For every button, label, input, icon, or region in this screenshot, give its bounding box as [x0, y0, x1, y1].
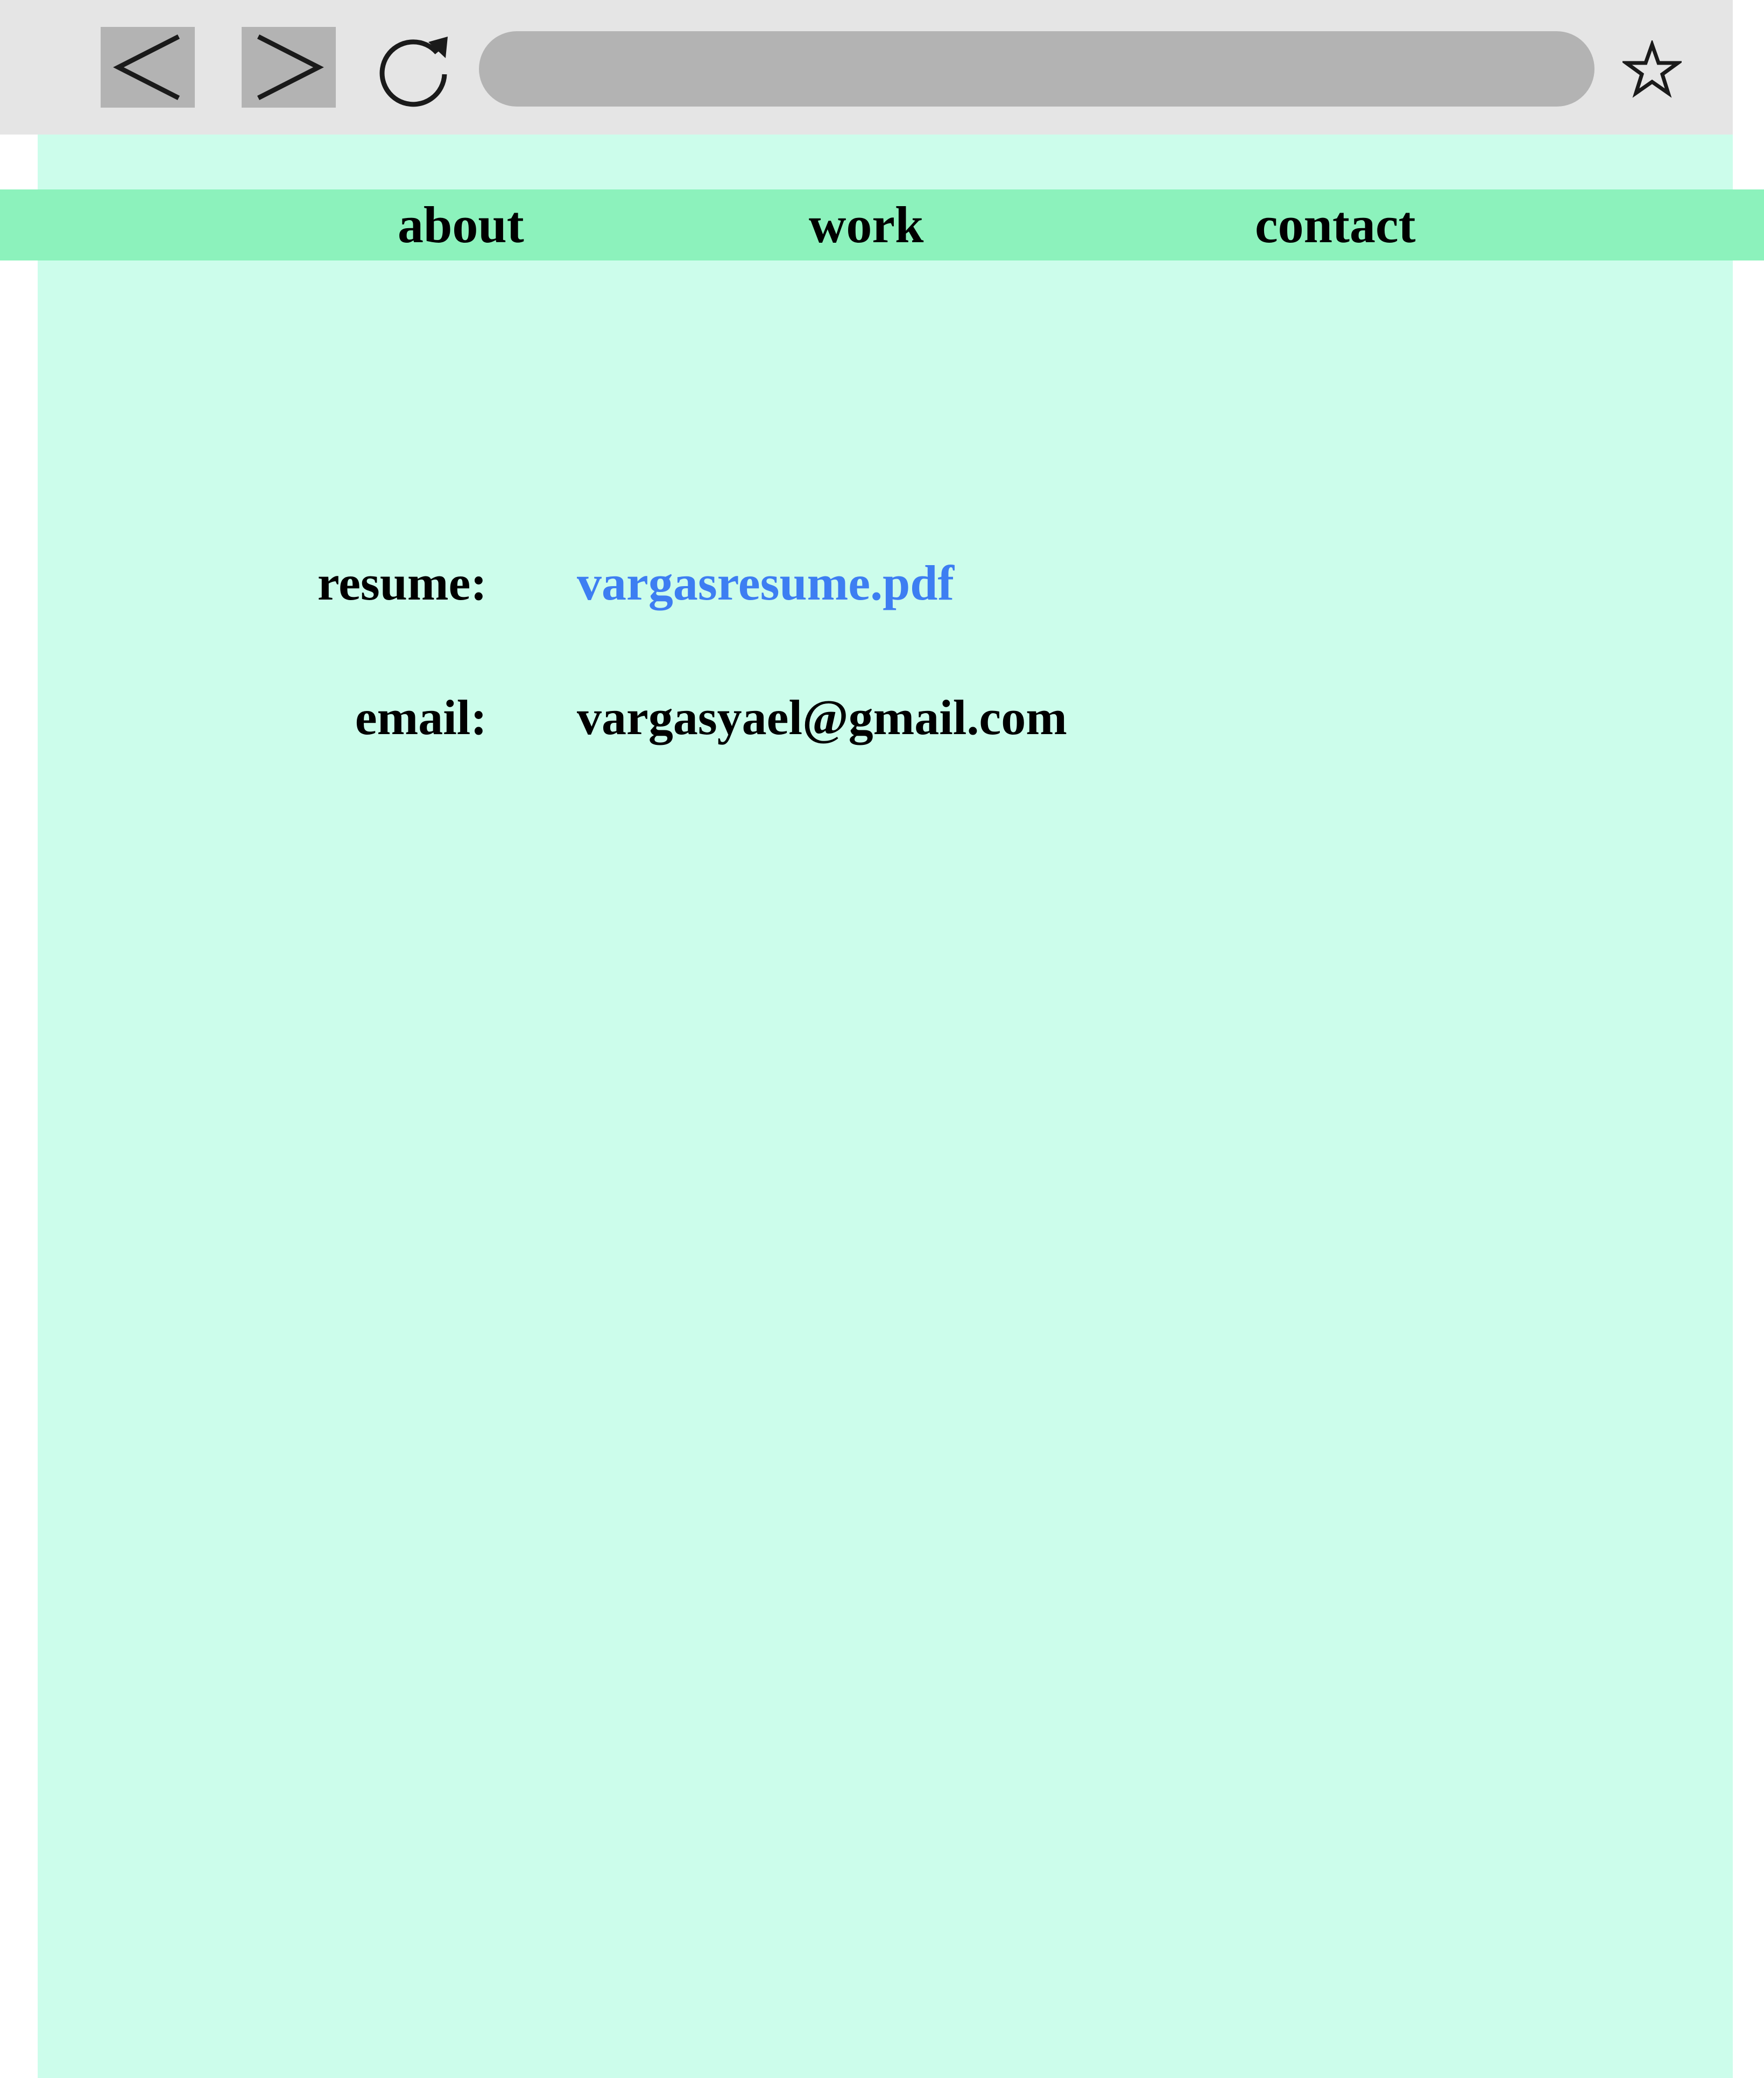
- back-button[interactable]: [101, 27, 195, 108]
- browser-toolbar: [0, 0, 1733, 135]
- reload-button[interactable]: [377, 32, 452, 108]
- url-bar[interactable]: [479, 31, 1594, 107]
- chevron-left-icon: [112, 34, 180, 101]
- nav-work[interactable]: work: [809, 189, 923, 260]
- site-navbar: about work contact: [0, 189, 1764, 260]
- page-content: [38, 135, 1733, 2078]
- bookmark-button[interactable]: [1620, 39, 1684, 100]
- email-label: email:: [355, 690, 487, 745]
- reload-icon: [379, 37, 448, 107]
- resume-label: resume:: [317, 555, 487, 610]
- nav-contact[interactable]: contact: [1255, 189, 1416, 260]
- forward-button[interactable]: [242, 27, 336, 108]
- nav-about[interactable]: about: [398, 189, 524, 260]
- star-icon: [1620, 39, 1684, 98]
- chevron-right-icon: [257, 34, 324, 101]
- resume-link[interactable]: vargasresume.pdf: [577, 554, 954, 611]
- email-address: vargasyael@gmail.com: [577, 690, 1067, 745]
